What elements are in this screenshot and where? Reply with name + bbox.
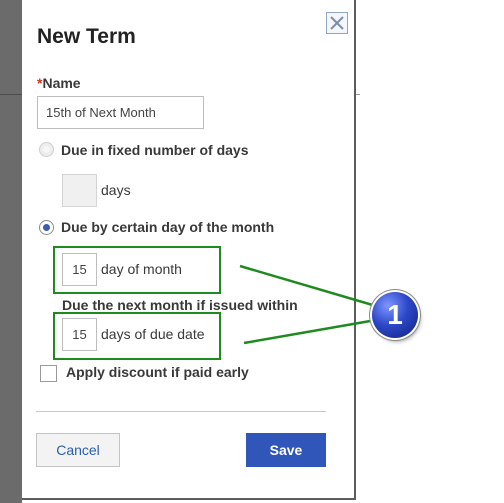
callout-badge: 1 — [372, 292, 418, 338]
leader-line-lower — [243, 318, 377, 345]
callout-leader-lines — [239, 264, 377, 345]
leader-line-upper — [239, 264, 377, 308]
